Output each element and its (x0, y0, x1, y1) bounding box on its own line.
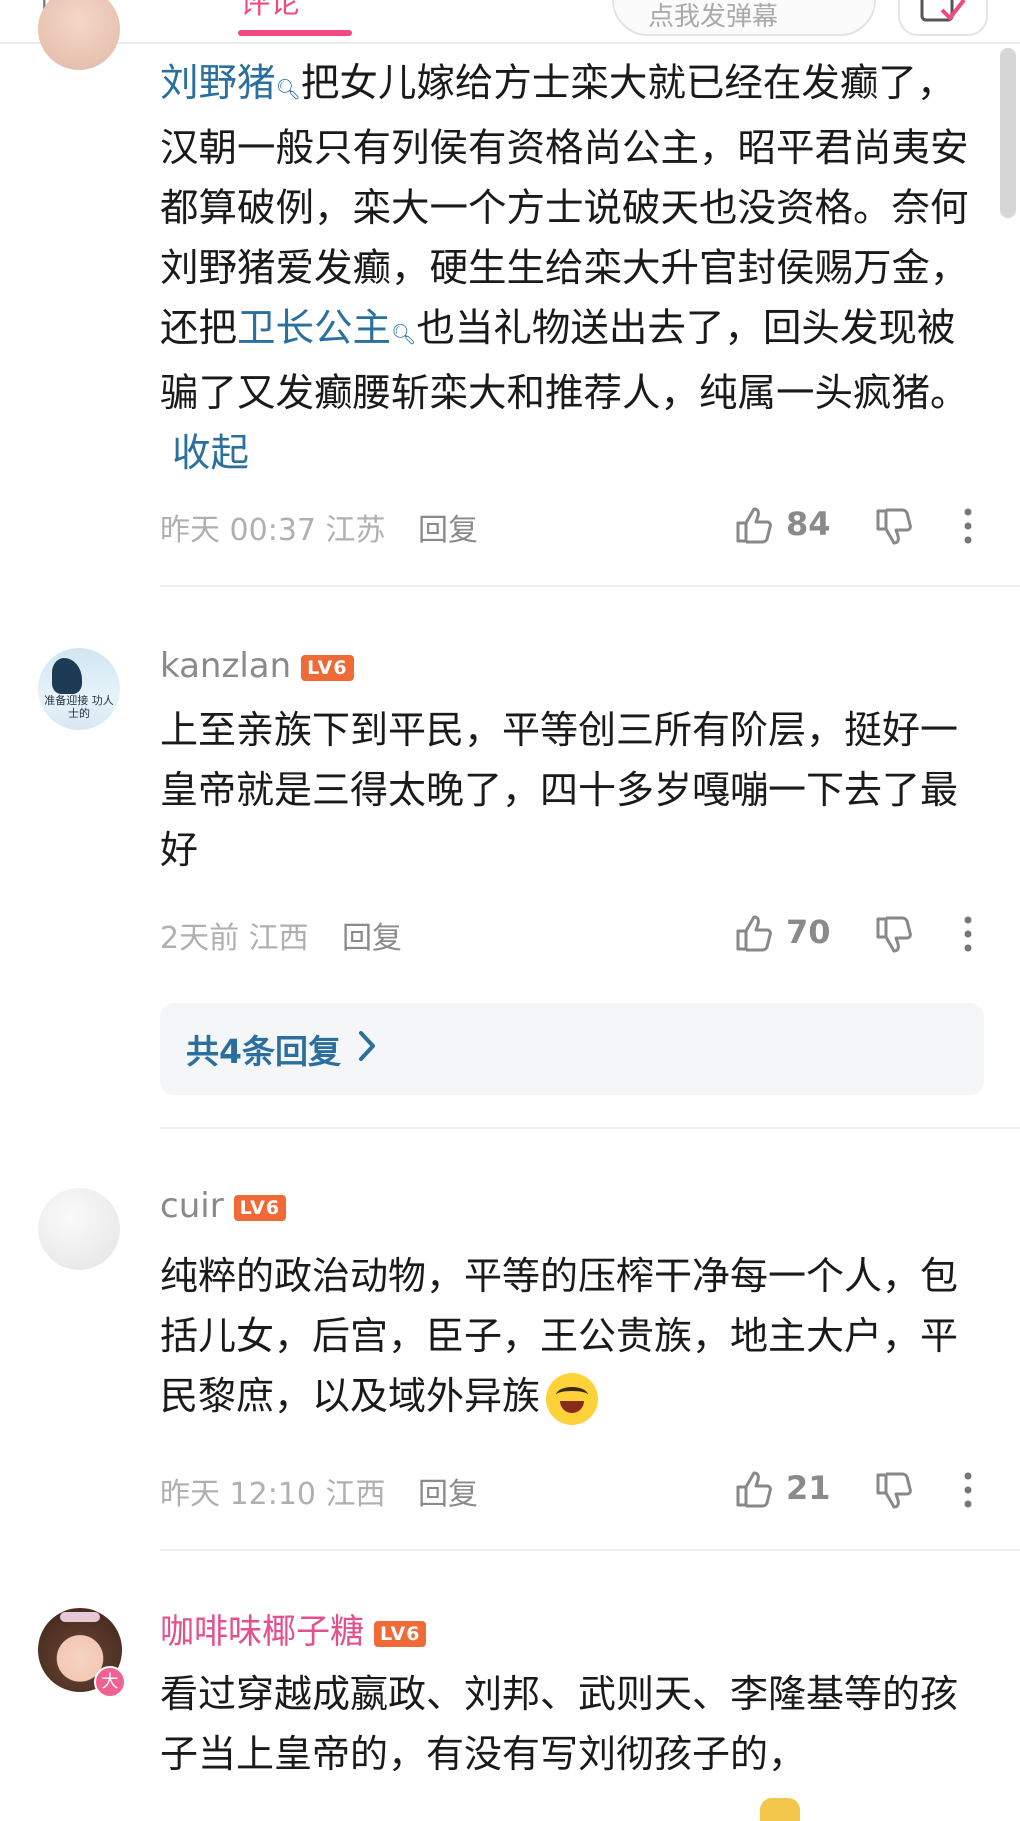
thumbs-up-icon[interactable] (734, 505, 774, 545)
comment-location: 江西 (325, 1477, 386, 1512)
comment-text: 刘野猪🔍︎把女儿嫁给方士栾大就已经在发癫了，汉朝一般只有列侯有资格尚公主，昭平君… (160, 61, 969, 476)
comment-divider (160, 1127, 1020, 1129)
danmaku-toggle-button[interactable] (898, 0, 988, 36)
comment-text: 纯粹的政治动物，平等的压榨干净每一个人，包括儿女，后宫，臣子，王公贵族，地主大户… (160, 1246, 970, 1426)
topic-link[interactable]: 刘野猪 (160, 61, 276, 106)
topic-link[interactable]: 卫长公主 (237, 306, 391, 351)
avatar[interactable] (38, 1188, 120, 1270)
scrollbar[interactable] (1000, 48, 1016, 218)
sticker-icon (760, 1798, 800, 1821)
avatar-crown (60, 1612, 100, 1622)
reply-button[interactable]: 回复 (418, 1469, 478, 1513)
collapse-button[interactable]: 收起 (172, 431, 249, 476)
laughing-crying-emoji-icon (546, 1372, 599, 1425)
danmaku-placeholder: 点我发弹幕 (648, 2, 779, 32)
comment-time: 2天前 (160, 921, 240, 956)
view-replies-button[interactable]: 共4条回复 (160, 1003, 984, 1095)
like-count: 21 (786, 1469, 831, 1507)
comment-text: 看过穿越成嬴政、刘邦、武则天、李隆基等的孩子当上皇帝的，有没有写刘彻孩子的， (160, 1672, 959, 1776)
username[interactable]: kanzlan LV6 (160, 646, 354, 686)
level-badge: LV6 (233, 1194, 287, 1221)
comment-meta: 2天前 江西 (160, 913, 309, 957)
tab-active-indicator (238, 30, 352, 36)
replies-count-label: 共4条回复 (186, 1032, 341, 1071)
thumbs-down-icon[interactable] (874, 507, 914, 547)
avatar[interactable]: 准备迎接 功人士的 (38, 648, 120, 730)
reply-button[interactable]: 回复 (342, 913, 402, 957)
username[interactable]: cuir LV6 (160, 1186, 287, 1226)
chevron-right-icon (359, 1031, 375, 1061)
comment-meta: 昨天 12:10 江西 (160, 1469, 386, 1513)
comment-location: 江苏 (325, 513, 386, 548)
level-badge: LV6 (374, 1620, 427, 1647)
thumbs-down-icon[interactable] (874, 1471, 914, 1511)
reply-button[interactable]: 回复 (418, 505, 478, 549)
comment-location: 江西 (248, 921, 309, 956)
avatar[interactable] (38, 0, 120, 70)
comment-text: 上至亲族下到平民，平等创三所有阶层，挺好一皇帝就是三得太晚了，四十多岁嘎嘣一下去… (160, 708, 959, 872)
more-icon[interactable] (960, 506, 976, 546)
avatar-badge: 大 (94, 1666, 126, 1698)
comment-divider (160, 585, 1020, 587)
thumbs-up-icon[interactable] (734, 913, 774, 953)
like-count: 84 (786, 505, 831, 543)
avatar-caption: 准备迎接 功人士的 (44, 694, 114, 720)
danmaku-check-icon (920, 0, 966, 22)
search-icon: 🔍︎ (391, 322, 417, 346)
thumbs-up-icon[interactable] (734, 1469, 774, 1509)
comment-meta: 昨天 00:37 江苏 (160, 505, 386, 549)
avatar-image (52, 658, 82, 694)
level-badge: LV6 (301, 654, 354, 681)
danmaku-input[interactable]: 点我发弹幕 (612, 0, 876, 36)
tab-comments[interactable]: 评论 (240, 0, 300, 22)
more-icon[interactable] (960, 1470, 976, 1510)
top-bar: 简介 评论 点我发弹幕 (0, 0, 1020, 42)
comment-divider (160, 1549, 1020, 1551)
username[interactable]: 咖啡味椰子糖 LV6 (160, 1604, 427, 1653)
more-icon[interactable] (960, 914, 976, 954)
thumbs-down-icon[interactable] (874, 915, 914, 955)
comment-time: 昨天 00:37 (160, 513, 316, 548)
comment-time: 昨天 12:10 (160, 1477, 316, 1512)
search-icon: 🔍︎ (275, 77, 301, 101)
header-divider (0, 42, 1020, 44)
like-count: 70 (786, 913, 831, 951)
